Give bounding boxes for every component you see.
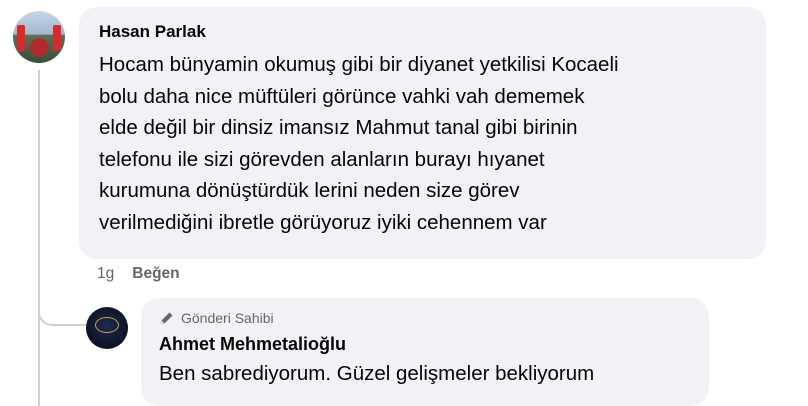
comment-author[interactable]: Hasan Parlak: [99, 21, 746, 43]
thread-line: [38, 70, 40, 406]
flag-icon: [17, 25, 25, 51]
comment-bubble: Hasan Parlak Hocam bünyamin okumuş gibi …: [79, 7, 766, 259]
flag-icon: [53, 25, 61, 51]
reply-author[interactable]: Ahmet Mehmetalioğlu: [159, 332, 691, 356]
like-button[interactable]: Beğen: [132, 265, 179, 283]
comment-actions: 1g Beğen: [97, 265, 180, 283]
thread-connector: [38, 290, 86, 326]
comment-timestamp[interactable]: 1g: [97, 265, 114, 283]
reply-bubble: Gönderi Sahibi Ahmet Mehmetalioğlu Ben s…: [141, 298, 709, 406]
author-badge: Gönderi Sahibi: [159, 310, 691, 326]
comment-text: Hocam bünyamin okumuş gibi bir diyanet y…: [99, 53, 619, 234]
reply-avatar[interactable]: [86, 307, 128, 349]
pencil-icon: [161, 312, 173, 324]
badge-label: Gönderi Sahibi: [181, 310, 274, 326]
avatar[interactable]: [13, 11, 65, 63]
reply-text: Ben sabrediyorum. Güzel gelişmeler bekli…: [159, 362, 595, 385]
logo-icon: [95, 317, 119, 333]
